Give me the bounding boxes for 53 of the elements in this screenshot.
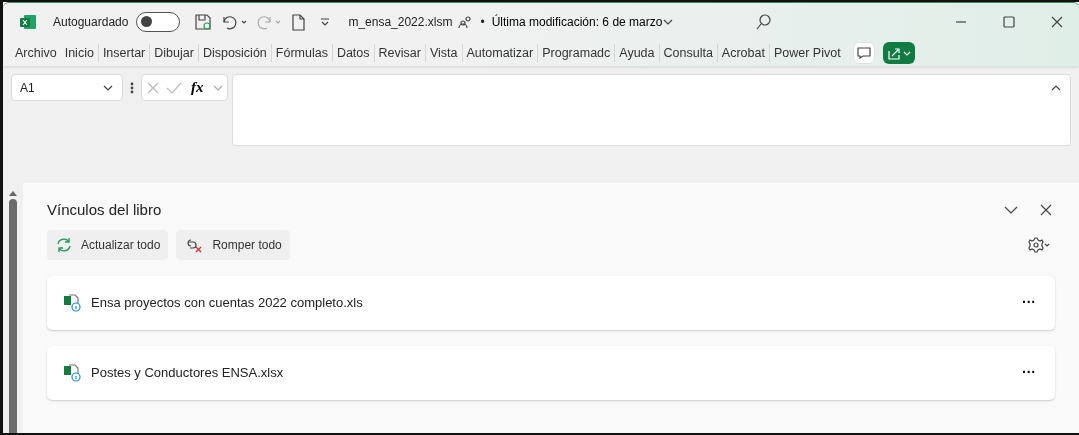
search-icon[interactable] xyxy=(755,12,774,31)
refresh-icon xyxy=(55,236,73,253)
ribbon-tab[interactable]: Datos xyxy=(331,44,374,62)
scrollbar-thumb[interactable] xyxy=(9,199,17,433)
link-name: Ensa proyectos con cuentas 2022 completo.xls xyxy=(91,293,364,312)
insert-function-button[interactable]: fx xyxy=(188,76,207,99)
more-options-button[interactable]: ··· xyxy=(1019,362,1039,383)
ribbon-tab[interactable]: Inicio xyxy=(60,44,98,62)
ribbon-tab[interactable]: Ayuda xyxy=(614,44,659,62)
close-icon xyxy=(1051,16,1063,29)
maximize-icon xyxy=(1003,16,1015,29)
link-card[interactable]: Ensa proyectos con cuentas 2022 completo.xls ··· xyxy=(47,275,1055,330)
close-icon xyxy=(1040,204,1052,217)
more-options-button[interactable]: ··· xyxy=(1019,292,1039,313)
excel-file-icon xyxy=(63,293,83,312)
ribbon-tab[interactable]: Fórmulas xyxy=(270,44,332,62)
refresh-all-button[interactable]: Actualizar todo xyxy=(47,229,169,260)
ribbon-tab[interactable]: Vista xyxy=(424,44,462,62)
separator-dot: • xyxy=(480,13,485,31)
excel-logo-icon xyxy=(19,12,37,31)
last-modified-dropdown[interactable]: Última modificación: 6 de marzo xyxy=(488,12,678,31)
excel-file-icon xyxy=(63,363,83,382)
break-all-button[interactable]: Romper todo xyxy=(176,229,290,260)
check-icon[interactable] xyxy=(166,80,182,95)
comments-button[interactable] xyxy=(852,42,875,64)
ribbon-tab[interactable]: Insertar xyxy=(97,44,150,62)
formula-input[interactable] xyxy=(231,74,1071,146)
pane-title: Vínculos del libro xyxy=(47,200,163,220)
ribbon-tab[interactable]: Programadc xyxy=(537,44,615,62)
new-file-icon[interactable] xyxy=(290,12,307,31)
ribbon-tab[interactable]: Consulta xyxy=(658,44,717,62)
ribbon-tab[interactable]: Archivo xyxy=(11,44,61,62)
link-card[interactable]: Postes y Conductores ENSA.xlsx ··· xyxy=(47,345,1055,400)
share-button[interactable] xyxy=(882,42,915,64)
name-box[interactable]: A1 xyxy=(11,74,123,101)
ribbon-tab[interactable]: Acrobat xyxy=(716,44,769,62)
more-options-icon[interactable] xyxy=(129,81,135,95)
file-name: m_ensa_2022.xlsm xyxy=(348,13,453,31)
ribbon-tab[interactable]: Dibujar xyxy=(149,44,198,62)
settings-icon xyxy=(1026,235,1052,254)
people-icon xyxy=(458,14,473,29)
comment-icon xyxy=(856,47,871,59)
ribbon-tab[interactable]: Revisar xyxy=(373,44,425,62)
ribbon-tab[interactable]: Power Pivot xyxy=(768,44,845,62)
autosave-toggle[interactable] xyxy=(136,11,181,32)
ribbon-tab[interactable]: Disposición xyxy=(197,44,271,62)
ribbon-tab[interactable]: Automatizar xyxy=(461,44,538,62)
chevron-icon xyxy=(1004,205,1018,216)
share-icon xyxy=(886,46,911,60)
link-name: Postes y Conductores ENSA.xlsx xyxy=(91,363,285,382)
collapse-icon[interactable] xyxy=(1050,83,1062,93)
scroll-up-icon[interactable] xyxy=(8,189,18,197)
autosave-label: Autoguardado xyxy=(53,13,129,31)
